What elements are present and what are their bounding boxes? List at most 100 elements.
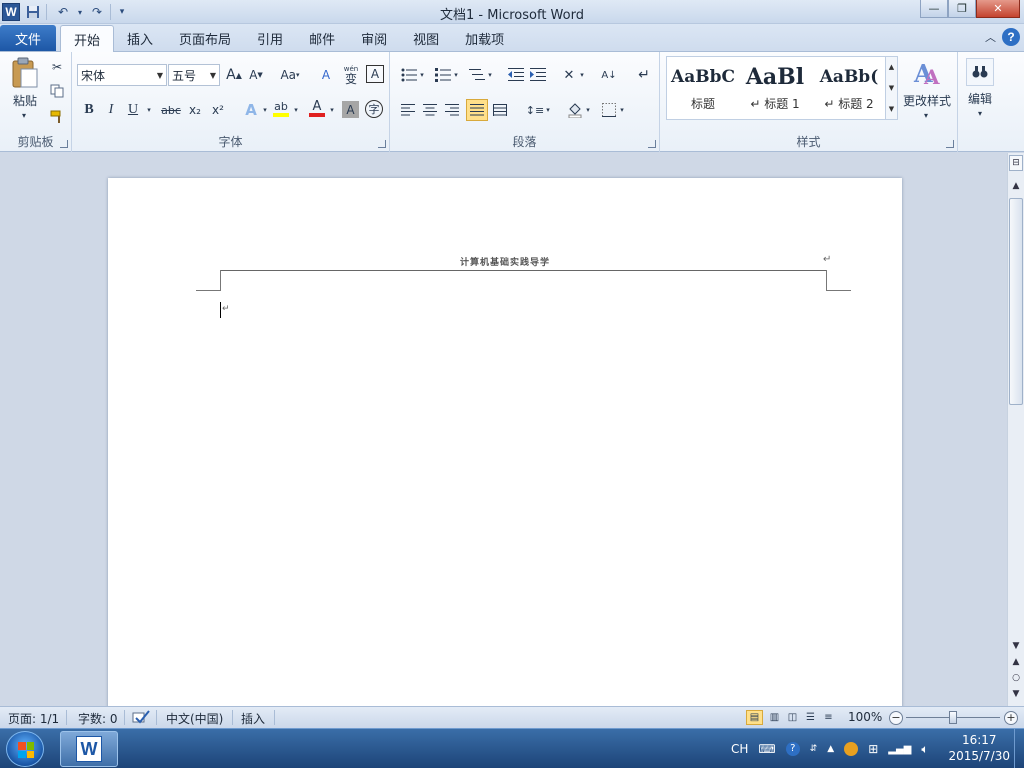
ime-options-icon[interactable]: ⇵	[810, 744, 818, 754]
ruler-toggle-icon[interactable]: ⊟	[1009, 155, 1023, 171]
tab-review[interactable]: 审阅	[348, 25, 400, 52]
keyboard-icon[interactable]: ⌨	[758, 742, 775, 756]
editing-dropdown-icon[interactable]: ▾	[975, 108, 985, 118]
bullets-icon[interactable]	[398, 65, 420, 85]
align-right-icon[interactable]	[442, 100, 462, 120]
superscript-icon[interactable]: x²	[208, 100, 228, 120]
language-indicator[interactable]: 中文(中国)	[166, 710, 223, 727]
shading-icon[interactable]	[564, 100, 586, 120]
distributed-icon[interactable]	[490, 100, 510, 120]
underline-dropdown-icon[interactable]: ▾	[144, 100, 154, 120]
tab-view[interactable]: 视图	[400, 25, 452, 52]
tab-insert[interactable]: 插入	[114, 25, 166, 52]
style-title[interactable]: AaBbC 标题	[667, 57, 739, 119]
show-desktop-button[interactable]	[1014, 729, 1024, 768]
italic-icon[interactable]: I	[102, 100, 120, 120]
vertical-scrollbar[interactable]: ⊟ ▲ ▼ ▲ ○ ▼	[1007, 153, 1024, 706]
zoom-in-icon[interactable]: +	[1004, 711, 1018, 725]
chinese-layout-icon[interactable]: ✕	[558, 65, 580, 85]
shading-dropdown-icon[interactable]: ▾	[584, 100, 592, 120]
chevron-down-icon[interactable]: ▼	[889, 84, 894, 92]
taskbar-word-button[interactable]: W	[60, 731, 118, 767]
font-name-combo[interactable]: 宋体 ▼	[77, 64, 167, 86]
change-case-icon[interactable]: Aa ▾	[276, 65, 304, 85]
page-count[interactable]: 页面: 1/1	[8, 710, 59, 727]
start-button[interactable]	[6, 731, 44, 767]
justify-icon[interactable]	[466, 99, 488, 121]
tab-mailings[interactable]: 邮件	[296, 25, 348, 52]
next-page-icon[interactable]: ▼	[1009, 687, 1023, 701]
subscript-icon[interactable]: x₂	[185, 100, 205, 120]
highlight-icon[interactable]: ab	[270, 98, 292, 120]
decrease-indent-icon[interactable]	[506, 65, 526, 85]
phonetic-guide-icon[interactable]: wén 变	[340, 62, 362, 86]
multilevel-list-icon[interactable]	[466, 65, 488, 85]
change-styles-dropdown-icon[interactable]: ▾	[921, 110, 931, 120]
style-heading-2[interactable]: AaBb( ↵ 标题 2	[813, 57, 885, 119]
input-language-indicator[interactable]: CH	[731, 742, 748, 756]
text-effects-icon[interactable]: A	[240, 100, 262, 120]
text-effects-dropdown-icon[interactable]: ▾	[261, 100, 269, 120]
windows-flag-icon[interactable]: ⊞	[868, 742, 878, 756]
font-color-icon[interactable]: A	[306, 98, 328, 120]
grow-font-icon[interactable]: A ▲	[224, 65, 244, 85]
font-launcher-icon[interactable]	[378, 140, 386, 148]
paste-dropdown-icon[interactable]: ▾	[18, 110, 30, 120]
sort-icon[interactable]: A↓	[598, 65, 620, 85]
bold-icon[interactable]: B	[80, 100, 98, 120]
character-shading-icon[interactable]: A	[342, 101, 359, 118]
draft-view-icon[interactable]: ≡	[820, 710, 837, 725]
change-styles-button[interactable]: 更改样式	[900, 92, 954, 108]
tab-page-layout[interactable]: 页面布局	[166, 25, 244, 52]
shrink-font-icon[interactable]: A ▼	[246, 65, 266, 85]
volume-icon[interactable]: 🔈︎	[921, 742, 928, 757]
numbering-icon[interactable]	[432, 65, 454, 85]
show-formatting-marks-icon[interactable]: ↵	[634, 65, 654, 85]
numbering-dropdown-icon[interactable]: ▾	[452, 65, 460, 85]
chinese-layout-dropdown-icon[interactable]: ▾	[578, 65, 586, 85]
change-styles-icon[interactable]: AA	[904, 56, 950, 90]
proofing-icon[interactable]	[132, 710, 150, 727]
paste-icon[interactable]	[8, 56, 42, 90]
system-clock[interactable]: 16:17 2015/7/30	[948, 732, 1010, 764]
borders-dropdown-icon[interactable]: ▾	[618, 100, 626, 120]
zoom-out-icon[interactable]: −	[889, 711, 903, 725]
previous-page-icon[interactable]: ▲	[1009, 655, 1023, 669]
full-screen-reading-view-icon[interactable]: ▥	[766, 710, 783, 725]
tab-addins[interactable]: 加载项	[452, 25, 517, 52]
character-border-icon[interactable]: A	[366, 65, 384, 83]
paragraph-launcher-icon[interactable]	[648, 140, 656, 148]
security-icon[interactable]	[844, 742, 859, 756]
word-count[interactable]: 字数: 0	[78, 710, 118, 727]
highlight-dropdown-icon[interactable]: ▾	[292, 100, 300, 120]
align-center-icon[interactable]	[420, 100, 440, 120]
zoom-level[interactable]: 100%	[848, 710, 882, 724]
copy-icon[interactable]	[48, 82, 66, 100]
cut-icon[interactable]: ✂	[48, 58, 66, 76]
show-hidden-icons-icon[interactable]: ▲	[827, 744, 834, 754]
strikethrough-icon[interactable]: abc	[160, 100, 182, 120]
scroll-up-icon[interactable]: ▲	[1009, 179, 1023, 193]
underline-icon[interactable]: U	[124, 100, 142, 120]
styles-launcher-icon[interactable]	[946, 140, 954, 148]
tab-home[interactable]: 开始	[60, 25, 115, 52]
line-spacing-dropdown-icon[interactable]: ▾	[544, 100, 552, 120]
outline-view-icon[interactable]: ☰	[802, 710, 819, 725]
web-layout-view-icon[interactable]: ◫	[784, 710, 801, 725]
paste-button-label[interactable]: 粘贴	[6, 92, 44, 108]
format-painter-icon[interactable]	[48, 108, 66, 126]
maximize-button[interactable]: ❐	[948, 0, 976, 18]
clipboard-launcher-icon[interactable]	[60, 140, 68, 148]
minimize-button[interactable]: —	[920, 0, 948, 18]
insert-mode-indicator[interactable]: 插入	[241, 710, 265, 727]
close-button[interactable]: ✕	[976, 0, 1020, 18]
align-left-icon[interactable]	[398, 100, 418, 120]
editing-button[interactable]: 编辑	[962, 90, 998, 106]
tab-file[interactable]: 文件	[0, 25, 56, 51]
enclose-characters-icon[interactable]: 字	[365, 100, 383, 118]
font-size-combo[interactable]: 五号 ▼	[168, 64, 220, 86]
find-binoculars-icon[interactable]	[966, 58, 994, 86]
network-icon[interactable]: ▂▄▆	[888, 744, 911, 755]
multilevel-dropdown-icon[interactable]: ▾	[486, 65, 494, 85]
borders-icon[interactable]	[598, 100, 620, 120]
